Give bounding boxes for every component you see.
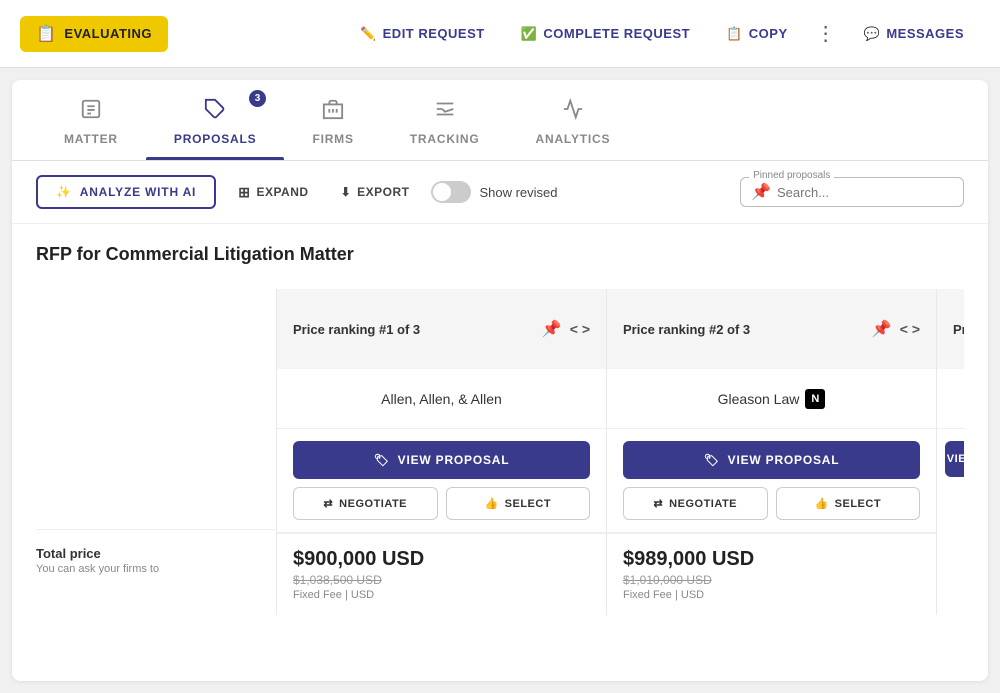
proposal-2-view-button[interactable]: 🏷 VIEW PROPOSAL: [623, 441, 920, 479]
pin-icon: 📌: [751, 182, 771, 202]
analytics-icon: [562, 98, 584, 126]
tabs: MATTER 3 PROPOSALS FIRMS TRACKING ANAL: [12, 80, 988, 161]
proposals-label: PROPOSALS: [174, 132, 257, 146]
pinned-search-input[interactable]: [777, 185, 953, 200]
matter-label: MATTER: [64, 132, 118, 146]
proposal-2-negotiate-button[interactable]: ⇄ NEGOTIATE: [623, 487, 768, 520]
tag-icon-2: 🏷: [704, 453, 720, 467]
proposal-1-firm-name: Allen, Allen, & Allen: [277, 369, 606, 429]
expand-icon: ⊞: [238, 184, 250, 201]
proposals-badge: 3: [249, 90, 266, 107]
total-price-label: Total price: [36, 546, 276, 561]
proposal-2-code-button[interactable]: < >: [900, 321, 920, 337]
tracking-icon: [434, 98, 456, 126]
negotiate-icon-1: ⇄: [323, 497, 333, 510]
proposal-2-firm-name: Gleason Law N: [607, 369, 936, 429]
main-content: RFP for Commercial Litigation Matter Tot…: [12, 224, 988, 635]
rfp-title: RFP for Commercial Litigation Matter: [36, 244, 964, 265]
tab-proposals[interactable]: 3 PROPOSALS: [146, 80, 285, 160]
proposals-area: Total price You can ask your firms to Pr…: [36, 289, 964, 615]
tab-matter[interactable]: MATTER: [36, 80, 146, 160]
tab-analytics[interactable]: ANALYTICS: [508, 80, 639, 160]
show-revised-label: Show revised: [479, 185, 557, 200]
proposal-1-price-original: $1,038,500 USD: [293, 573, 590, 587]
status-label: EVALUATING: [64, 26, 152, 41]
firms-icon: [322, 98, 344, 126]
check-icon: ✅: [521, 26, 538, 42]
negotiate-icon-2: ⇄: [653, 497, 663, 510]
proposal-1-ranking: Price ranking #1 of 3: [293, 322, 534, 337]
status-badge: 📋 EVALUATING: [20, 16, 168, 52]
top-bar-actions: ✏️ EDIT REQUEST ✅ COMPLETE REQUEST 📋 COP…: [344, 16, 980, 52]
pinned-proposals-label: Pinned proposals: [749, 170, 834, 181]
proposal-1-price-cell: $900,000 USD $1,038,500 USD Fixed Fee | …: [277, 533, 606, 615]
tab-tracking[interactable]: TRACKING: [382, 80, 508, 160]
copy-button[interactable]: 📋 COPY: [710, 18, 804, 50]
analytics-label: ANALYTICS: [536, 132, 611, 146]
proposal-2-price-cell: $989,000 USD $1,010,000 USD Fixed Fee | …: [607, 533, 936, 615]
wand-icon: ✨: [56, 185, 72, 199]
thumbsup-icon-2: 👍: [814, 497, 828, 510]
notion-badge: N: [805, 389, 825, 409]
pinned-proposals-search: Pinned proposals 📌: [740, 177, 964, 207]
export-button[interactable]: ⬇ EXPORT: [331, 179, 420, 205]
messages-button[interactable]: 💬 MESSAGES: [848, 18, 980, 50]
total-price-sub: You can ask your firms to: [36, 563, 276, 575]
proposal-3-header: Price rank...: [937, 289, 964, 369]
show-revised-toggle[interactable]: [431, 181, 471, 203]
proposal-2-header: Price ranking #2 of 3 📌 < >: [607, 289, 936, 369]
top-bar: 📋 EVALUATING ✏️ EDIT REQUEST ✅ COMPLETE …: [0, 0, 1000, 68]
row-labels: Total price You can ask your firms to: [36, 289, 276, 615]
proposal-2-secondary-actions: ⇄ NEGOTIATE 👍 SELECT: [623, 487, 920, 520]
proposal-3-firm-name: L...: [937, 369, 964, 429]
proposal-2-select-button[interactable]: 👍 SELECT: [776, 487, 921, 520]
messages-icon: 💬: [864, 26, 881, 42]
proposals-icon: [204, 98, 226, 126]
proposal-2-price-type: Fixed Fee | USD: [623, 589, 920, 601]
proposal-2-price-main: $989,000 USD: [623, 548, 920, 571]
expand-button[interactable]: ⊞ EXPAND: [228, 178, 318, 207]
proposal-1-negotiate-button[interactable]: ⇄ NEGOTIATE: [293, 487, 438, 520]
copy-icon: 📋: [726, 26, 743, 42]
evaluating-icon: 📋: [36, 24, 56, 44]
analyze-with-ai-button[interactable]: ✨ ANALYZE WITH AI: [36, 175, 216, 209]
thumbsup-icon-1: 👍: [484, 497, 498, 510]
proposal-col-1: Price ranking #1 of 3 📌 < > Allen, Allen…: [276, 289, 606, 615]
tracking-label: TRACKING: [410, 132, 480, 146]
proposal-1-header: Price ranking #1 of 3 📌 < >: [277, 289, 606, 369]
proposal-1-price-type: Fixed Fee | USD: [293, 589, 590, 601]
export-icon: ⬇: [341, 185, 352, 199]
proposal-1-select-button[interactable]: 👍 SELECT: [446, 487, 591, 520]
complete-request-button[interactable]: ✅ COMPLETE REQUEST: [505, 18, 706, 50]
proposal-1-pin-button[interactable]: 📌: [542, 319, 562, 339]
proposal-2-pin-button[interactable]: 📌: [872, 319, 892, 339]
proposal-col-3: Price rank... L... VIEW PROPOSAL: [936, 289, 964, 615]
proposal-1-secondary-actions: ⇄ NEGOTIATE 👍 SELECT: [293, 487, 590, 520]
total-price-label-cell: Total price You can ask your firms to: [36, 529, 276, 591]
toolbar: ✨ ANALYZE WITH AI ⊞ EXPAND ⬇ EXPORT Show…: [12, 161, 988, 224]
content-area: MATTER 3 PROPOSALS FIRMS TRACKING ANAL: [12, 80, 988, 681]
proposal-col-2: Price ranking #2 of 3 📌 < > Gleason Law …: [606, 289, 936, 615]
tab-firms[interactable]: FIRMS: [284, 80, 381, 160]
edit-request-button[interactable]: ✏️ EDIT REQUEST: [344, 18, 501, 50]
edit-icon: ✏️: [360, 26, 377, 42]
proposal-1-view-button[interactable]: 🏷 VIEW PROPOSAL: [293, 441, 590, 479]
proposal-3-view-button[interactable]: VIEW PROPOSAL: [945, 441, 964, 477]
proposal-1-code-button[interactable]: < >: [570, 321, 590, 337]
proposal-2-actions: 🏷 VIEW PROPOSAL ⇄ NEGOTIATE 👍 SELECT: [607, 429, 936, 533]
tag-icon-1: 🏷: [374, 453, 390, 467]
proposal-1-actions: 🏷 VIEW PROPOSAL ⇄ NEGOTIATE 👍 SELECT: [277, 429, 606, 533]
matter-icon: [80, 98, 102, 126]
proposal-1-price-main: $900,000 USD: [293, 548, 590, 571]
proposal-3-ranking: Price rank...: [953, 322, 964, 337]
pinned-search-inner: 📌: [751, 182, 953, 202]
more-options-button[interactable]: ⋮: [808, 16, 844, 52]
proposal-2-ranking: Price ranking #2 of 3: [623, 322, 864, 337]
show-revised-toggle-group: Show revised: [431, 181, 557, 203]
proposal-2-price-original: $1,010,000 USD: [623, 573, 920, 587]
firms-label: FIRMS: [312, 132, 353, 146]
